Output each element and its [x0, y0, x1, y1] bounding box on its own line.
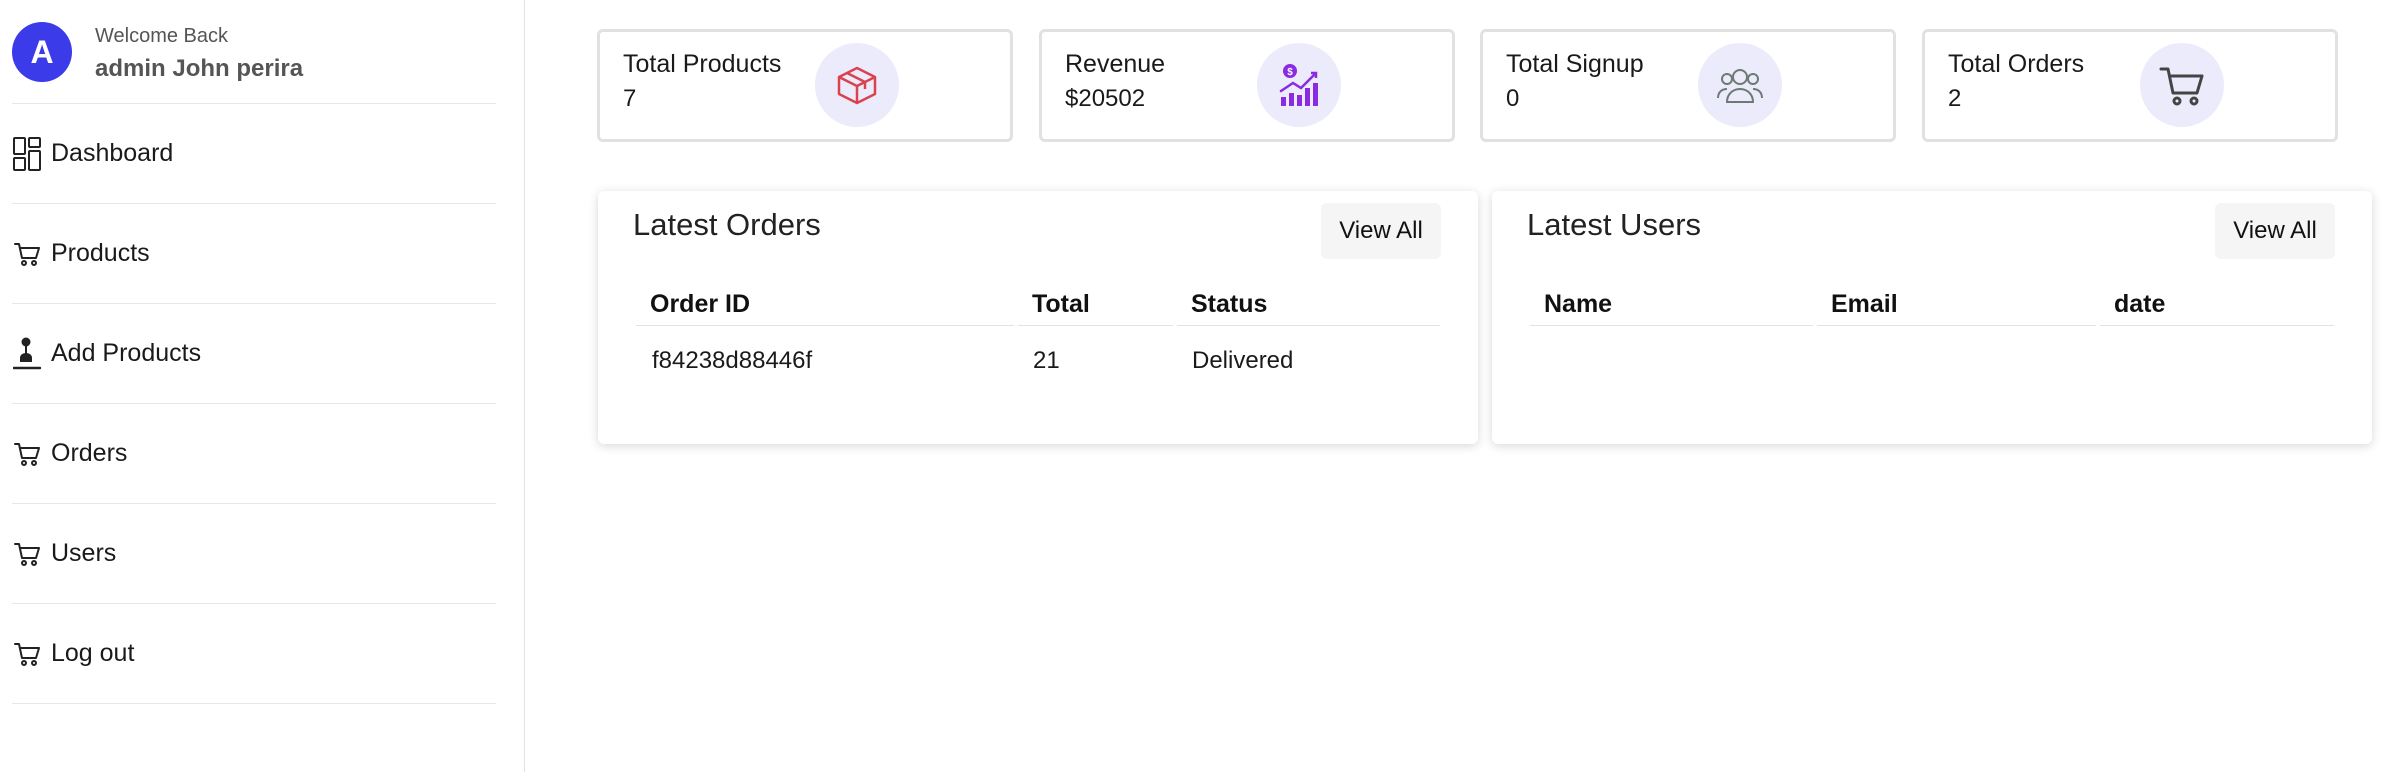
table-header-email: Email — [1817, 278, 2096, 326]
sidebar-item-label: Log out — [51, 639, 135, 667]
sidebar-item-label: Orders — [51, 439, 128, 467]
revenue-chart-icon: $ — [1257, 43, 1341, 127]
stat-label: Total Signup — [1506, 50, 1644, 78]
sidebar-item-users[interactable]: Users — [12, 504, 496, 604]
cart-icon — [12, 536, 42, 572]
latest-orders-title: Latest Orders — [633, 207, 821, 242]
table-header-date: date — [2100, 278, 2334, 326]
stat-value: $20502 — [1065, 85, 1146, 112]
shopping-cart-icon — [2140, 43, 2224, 127]
sidebar-item-products[interactable]: Products — [12, 204, 496, 304]
users-group-icon — [1698, 43, 1782, 127]
table-header-order-id: Order ID — [636, 278, 1014, 326]
sidebar-item-label: Dashboard — [51, 139, 174, 167]
svg-text:$: $ — [1287, 67, 1293, 78]
stat-card-total-products: Total Products 7 — [597, 29, 1013, 142]
stat-label: Total Orders — [1948, 50, 2085, 78]
stat-label: Total Products — [623, 50, 782, 78]
latest-orders-panel: Latest Orders View All Order ID Total St… — [598, 191, 1478, 444]
stat-card-total-orders: Total Orders 2 — [1922, 29, 2338, 142]
cart-icon — [12, 436, 42, 472]
sidebar-item-logout[interactable]: Log out — [12, 604, 496, 704]
order-total-cell: 21 — [1033, 347, 1060, 374]
sidebar-item-label: Products — [51, 239, 150, 267]
table-header-name: Name — [1530, 278, 1813, 326]
view-all-users-button[interactable]: View All — [2215, 203, 2335, 259]
sidebar-item-label: Add Products — [51, 339, 202, 367]
latest-users-title: Latest Users — [1527, 207, 1702, 242]
stat-value: 2 — [1948, 85, 1962, 112]
package-box-icon — [815, 43, 899, 127]
latest-users-panel: Latest Users View All Name Email date — [1492, 191, 2372, 444]
sidebar-item-dashboard[interactable]: Dashboard — [12, 104, 496, 204]
sidebar: A Welcome Back admin John perira Dashboa… — [0, 0, 525, 772]
sidebar-item-label: Users — [51, 539, 117, 567]
table-header-total: Total — [1018, 278, 1173, 326]
profile-header: A Welcome Back admin John perira — [12, 20, 496, 104]
avatar[interactable]: A — [12, 22, 72, 82]
stat-card-total-signup: Total Signup 0 — [1480, 29, 1896, 142]
cart-icon — [12, 636, 42, 672]
view-all-orders-button[interactable]: View All — [1321, 203, 1441, 259]
dashboard-grid-icon — [12, 136, 42, 172]
welcome-text: Welcome Back — [95, 25, 229, 47]
order-status-cell: Delivered — [1192, 347, 1294, 374]
order-id-cell: f84238d88446f — [652, 347, 813, 374]
sidebar-item-add-products[interactable]: Add Products — [12, 304, 496, 404]
joystick-icon — [12, 336, 42, 372]
stat-label: Revenue — [1065, 50, 1166, 78]
stat-value: 7 — [623, 85, 637, 112]
admin-name: admin John perira — [95, 55, 304, 82]
table-header-status: Status — [1177, 278, 1440, 326]
sidebar-item-orders[interactable]: Orders — [12, 404, 496, 504]
stat-card-revenue: Revenue $20502 $ — [1039, 29, 1455, 142]
sidebar-nav: Dashboard Products Add Products Orders U… — [12, 104, 496, 704]
stat-value: 0 — [1506, 85, 1520, 112]
cart-icon — [12, 236, 42, 272]
